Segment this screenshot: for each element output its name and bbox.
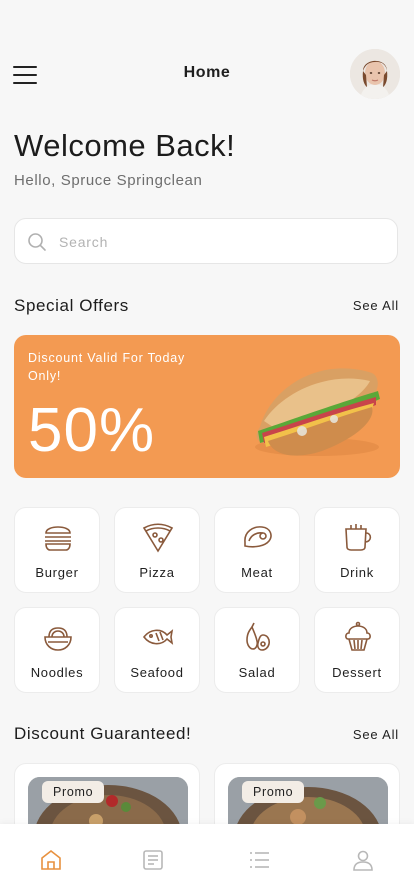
- category-burger[interactable]: Burger: [14, 507, 100, 593]
- category-label: Seafood: [130, 665, 184, 680]
- search-icon: [28, 233, 46, 251]
- promo-tag: Promo: [42, 781, 105, 803]
- category-label: Noodles: [30, 665, 84, 680]
- category-meat[interactable]: Meat: [214, 507, 300, 593]
- promo-subtitle: Discount Valid For Today Only!: [28, 351, 185, 383]
- drink-icon: [345, 524, 372, 551]
- category-label: Meat: [241, 565, 273, 580]
- pizza-icon: [142, 523, 174, 553]
- category-drink[interactable]: Drink: [314, 507, 400, 593]
- search-placeholder: Search: [59, 234, 109, 250]
- noodles-icon: [44, 627, 72, 651]
- category-label: Salad: [238, 665, 276, 680]
- category-salad[interactable]: Salad: [214, 607, 300, 693]
- profile-icon[interactable]: [351, 848, 375, 872]
- discount-see-all-link[interactable]: See All: [353, 727, 399, 742]
- category-pizza[interactable]: Pizza: [114, 507, 200, 593]
- category-label: Drink: [340, 565, 374, 580]
- home-icon[interactable]: [39, 848, 63, 872]
- category-seafood[interactable]: Seafood: [114, 607, 200, 693]
- special-offers-see-all-link[interactable]: See All: [353, 298, 399, 313]
- category-label: Burger: [35, 565, 79, 580]
- receipt-icon[interactable]: [141, 848, 165, 872]
- greeting-subtitle: Hello, Spruce Springclean: [14, 172, 203, 189]
- salad-icon: [246, 622, 270, 651]
- promo-banner[interactable]: Discount Valid For Today Only! 50%: [14, 335, 400, 478]
- category-label: Pizza: [139, 565, 175, 580]
- burger-icon: [45, 526, 71, 551]
- category-noodles[interactable]: Noodles: [14, 607, 100, 693]
- avatar[interactable]: [350, 49, 400, 99]
- list-icon[interactable]: [247, 848, 271, 872]
- meat-icon: [244, 526, 272, 548]
- welcome-title: Welcome Back!: [14, 128, 236, 163]
- bottom-nav: [0, 824, 414, 896]
- cupcake-icon: [345, 621, 371, 651]
- category-label: Dessert: [332, 665, 382, 680]
- promo-tag: Promo: [242, 781, 305, 803]
- search-input[interactable]: Search: [14, 218, 398, 264]
- fish-icon: [142, 629, 174, 645]
- category-dessert[interactable]: Dessert: [314, 607, 400, 693]
- sandwich-image: [255, 368, 380, 456]
- special-offers-title: Special Offers: [14, 296, 129, 315]
- discount-guaranteed-title: Discount Guaranteed!: [14, 724, 192, 743]
- top-bar: Home: [0, 40, 414, 106]
- promo-discount: 50%: [28, 396, 156, 465]
